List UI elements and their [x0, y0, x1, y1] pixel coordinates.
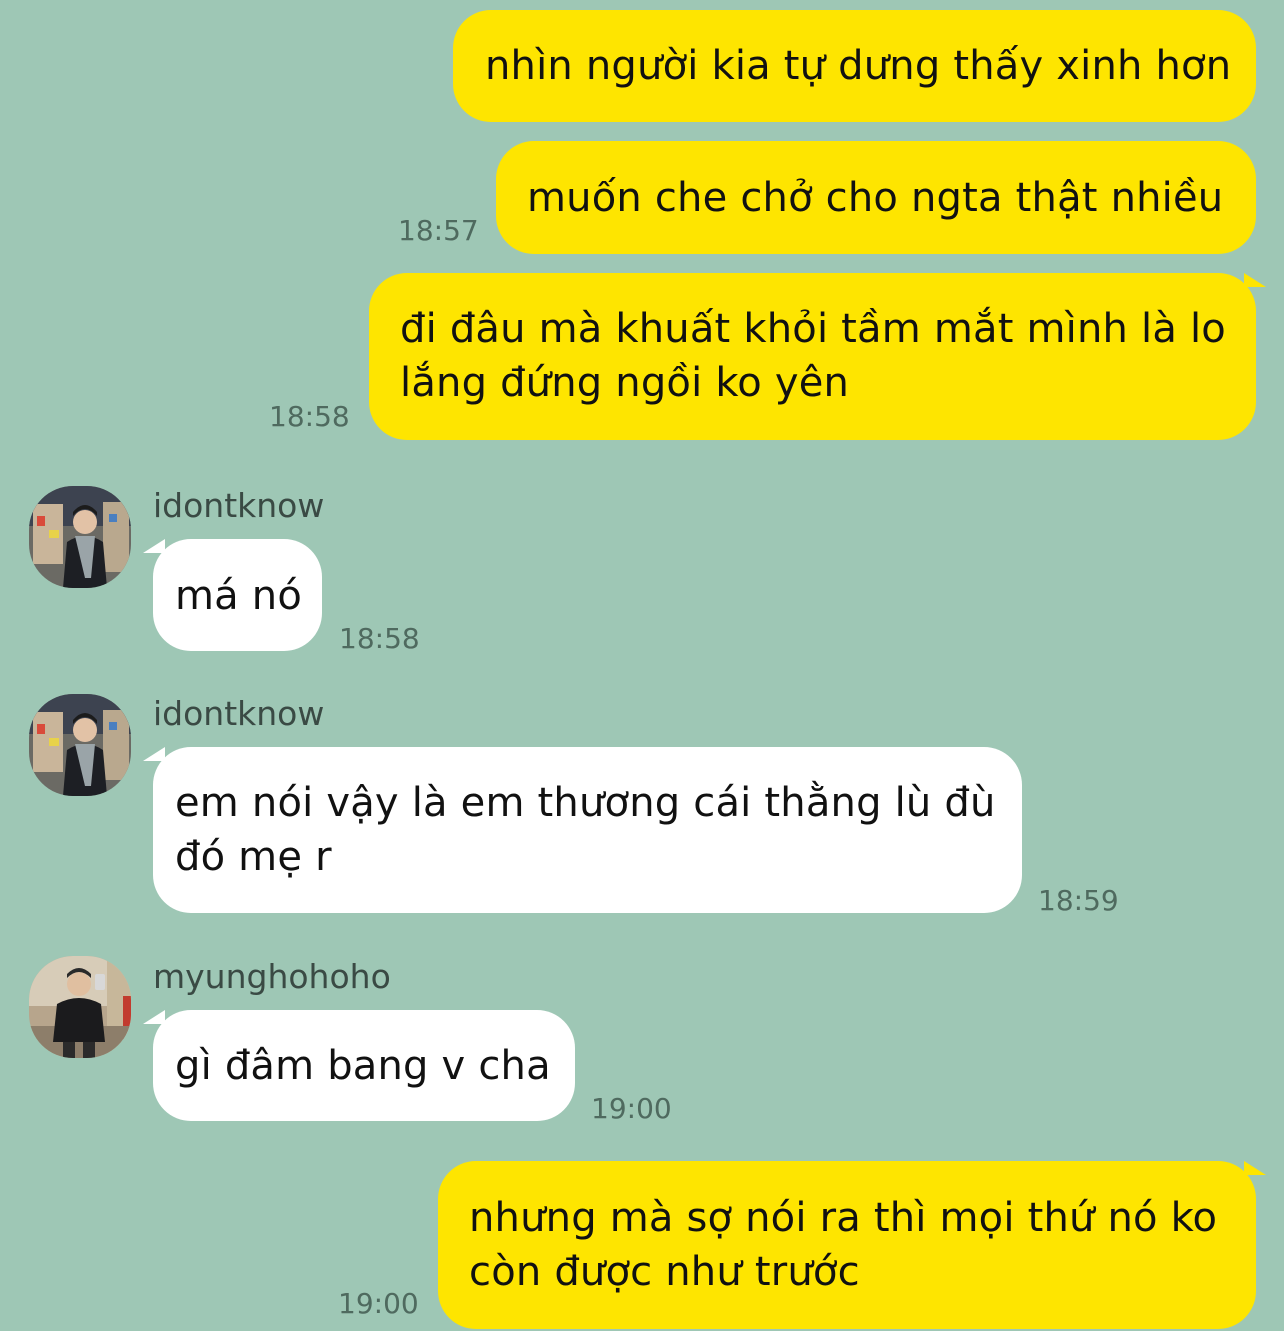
their-message-bubble[interactable]: gì đâm bang v cha — [153, 1010, 575, 1121]
message-timestamp: 18:58 — [339, 622, 420, 655]
message-timestamp: 18:59 — [1038, 884, 1119, 917]
bubble-tail — [143, 539, 165, 553]
their-message-bubble[interactable]: má nó — [153, 539, 322, 651]
message-text: muốn che chở cho ngta thật nhiều — [527, 175, 1224, 221]
sender-name: idontknow — [153, 486, 325, 525]
my-message-bubble[interactable]: đi đâu mà khuất khỏi tầm mắt mình là lo … — [369, 273, 1256, 440]
avatar[interactable] — [29, 486, 131, 588]
message-text-line: lắng đứng ngồi ko yên — [400, 360, 850, 406]
message-text-line: đi đâu mà khuất khỏi tầm mắt mình là lo — [400, 306, 1226, 352]
message-text-line: đó mẹ r — [175, 834, 332, 880]
my-message-bubble[interactable]: nhìn người kia tự dưng thấy xinh hơn — [453, 10, 1256, 122]
bubble-tail — [143, 747, 165, 761]
message-text: nhìn người kia tự dưng thấy xinh hơn — [485, 43, 1232, 89]
message-text: gì đâm bang v cha — [175, 1043, 551, 1089]
avatar[interactable] — [29, 694, 131, 796]
their-message-bubble[interactable]: em nói vậy là em thương cái thằng lù đù … — [153, 747, 1022, 913]
bubble-tail — [1244, 1161, 1266, 1175]
sender-name: idontknow — [153, 694, 325, 733]
message-text-line: còn được như trước — [469, 1249, 860, 1295]
my-message-bubble[interactable]: nhưng mà sợ nói ra thì mọi thứ nó ko còn… — [438, 1161, 1256, 1329]
message-timestamp: 19:00 — [591, 1092, 672, 1125]
message-timestamp: 18:57 — [398, 214, 479, 247]
profile-photo-icon — [29, 694, 131, 796]
sender-name: myunghohoho — [153, 957, 391, 996]
my-message-bubble[interactable]: muốn che chở cho ngta thật nhiều — [496, 141, 1256, 254]
avatar[interactable] — [29, 956, 131, 1058]
message-text: má nó — [175, 573, 303, 619]
profile-photo-icon — [29, 486, 131, 588]
bubble-tail — [143, 1010, 165, 1024]
bubble-tail — [1244, 273, 1266, 287]
message-text-line: em nói vậy là em thương cái thằng lù đù — [175, 780, 996, 826]
message-timestamp: 18:58 — [269, 400, 350, 433]
chat-area[interactable]: nhìn người kia tự dưng thấy xinh hơn 18:… — [0, 0, 1284, 1331]
message-timestamp: 19:00 — [338, 1287, 419, 1320]
profile-photo-icon — [29, 956, 131, 1058]
message-text-line: nhưng mà sợ nói ra thì mọi thứ nó ko — [469, 1195, 1218, 1241]
